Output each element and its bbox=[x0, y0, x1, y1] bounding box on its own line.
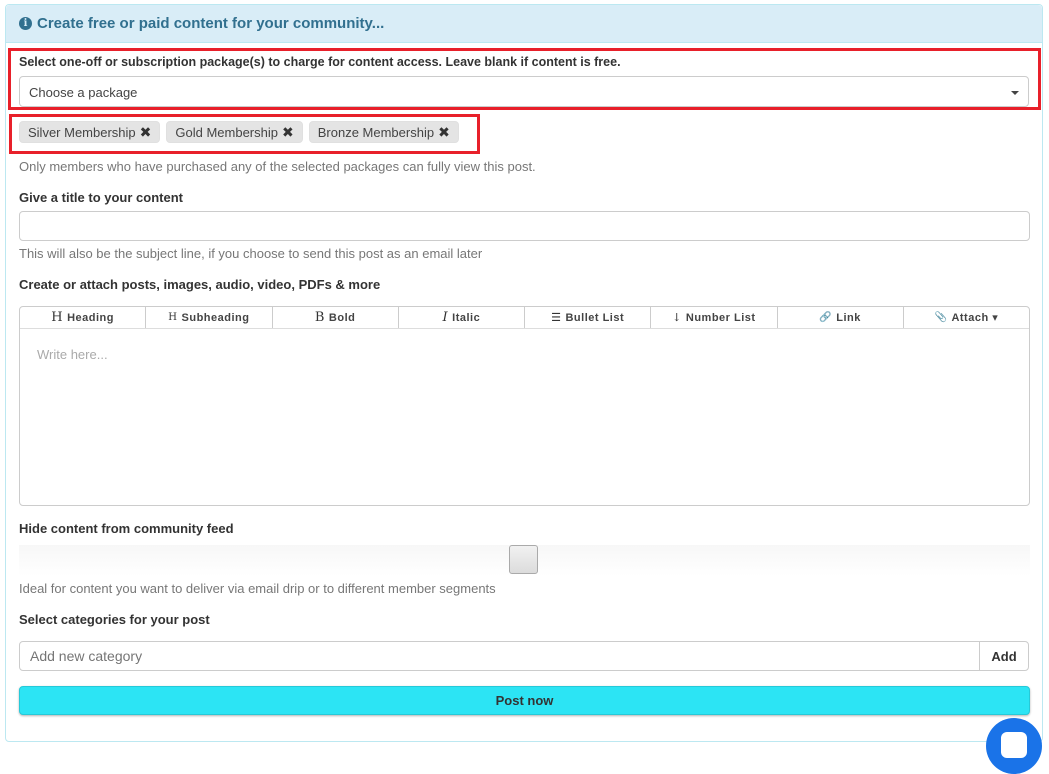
title-label: Give a title to your content bbox=[19, 190, 183, 205]
panel-heading: i Create free or paid content for your c… bbox=[6, 5, 1042, 43]
bold-button[interactable]: B Bold bbox=[273, 307, 399, 328]
add-category-button[interactable]: Add bbox=[979, 641, 1029, 671]
title-input[interactable] bbox=[19, 211, 1030, 241]
editor-toolbar: H Heading H Subheading B Bold I Italic ☰ Bull… bbox=[20, 307, 1029, 329]
package-tag-label: Gold Membership bbox=[175, 124, 278, 140]
chevron-down-icon bbox=[1011, 91, 1019, 95]
selected-packages: Silver Membership ✖ Gold Membership ✖ Br… bbox=[19, 121, 459, 143]
post-now-button[interactable]: Post now bbox=[19, 686, 1030, 715]
info-circle-icon: i bbox=[19, 17, 32, 30]
bold-icon: B bbox=[314, 310, 325, 325]
subheading-icon: H bbox=[168, 312, 178, 323]
bullet-list-button[interactable]: ☰ Bullet List bbox=[525, 307, 652, 328]
chat-widget-button[interactable] bbox=[986, 718, 1042, 774]
hide-feed-label: Hide content from community feed bbox=[19, 521, 234, 536]
editor-placeholder[interactable]: Write here... bbox=[37, 347, 108, 362]
italic-icon: I bbox=[442, 310, 449, 325]
hide-feed-help-text: Ideal for content you want to deliver vi… bbox=[19, 581, 496, 596]
subheading-button[interactable]: H Subheading bbox=[146, 307, 273, 328]
chat-icon bbox=[1001, 732, 1027, 758]
italic-button[interactable]: I Italic bbox=[399, 307, 525, 328]
number-list-button[interactable]: ↓ Number List bbox=[651, 307, 778, 328]
number-list-icon: ↓ bbox=[672, 311, 682, 324]
remove-tag-icon[interactable]: ✖ bbox=[140, 124, 152, 141]
package-tag-bronze: Bronze Membership ✖ bbox=[308, 121, 459, 143]
package-tag-gold: Gold Membership ✖ bbox=[166, 121, 303, 143]
link-icon: 🔗 bbox=[819, 312, 833, 323]
paperclip-icon: 📎 bbox=[934, 312, 948, 323]
remove-tag-icon[interactable]: ✖ bbox=[282, 124, 294, 141]
heading-icon: H bbox=[51, 310, 64, 325]
package-help-text: Only members who have purchased any of t… bbox=[19, 159, 536, 174]
remove-tag-icon[interactable]: ✖ bbox=[438, 124, 450, 141]
hide-feed-toggle[interactable] bbox=[509, 545, 538, 574]
category-input[interactable] bbox=[19, 641, 980, 671]
package-tag-label: Bronze Membership bbox=[317, 124, 435, 140]
package-tag-label: Silver Membership bbox=[28, 124, 136, 140]
package-select-value: Choose a package bbox=[29, 85, 138, 100]
link-button[interactable]: 🔗 Link bbox=[778, 307, 904, 328]
rich-text-editor: H Heading H Subheading B Bold I Italic ☰ Bull… bbox=[19, 306, 1030, 506]
bullet-list-icon: ☰ bbox=[551, 311, 562, 324]
attach-button[interactable]: 📎 Attach ▾ bbox=[904, 307, 1029, 328]
package-select[interactable]: Choose a package bbox=[19, 76, 1029, 107]
categories-label: Select categories for your post bbox=[19, 612, 210, 627]
panel-title: i Create free or paid content for your c… bbox=[19, 15, 384, 32]
title-help-text: This will also be the subject line, if y… bbox=[19, 246, 483, 261]
heading-button[interactable]: H Heading bbox=[20, 307, 147, 328]
panel-title-text: Create free or paid content for your com… bbox=[37, 15, 385, 32]
package-label: Select one-off or subscription package(s… bbox=[19, 55, 621, 69]
package-tag-silver: Silver Membership ✖ bbox=[19, 121, 161, 143]
editor-label: Create or attach posts, images, audio, v… bbox=[19, 277, 381, 292]
